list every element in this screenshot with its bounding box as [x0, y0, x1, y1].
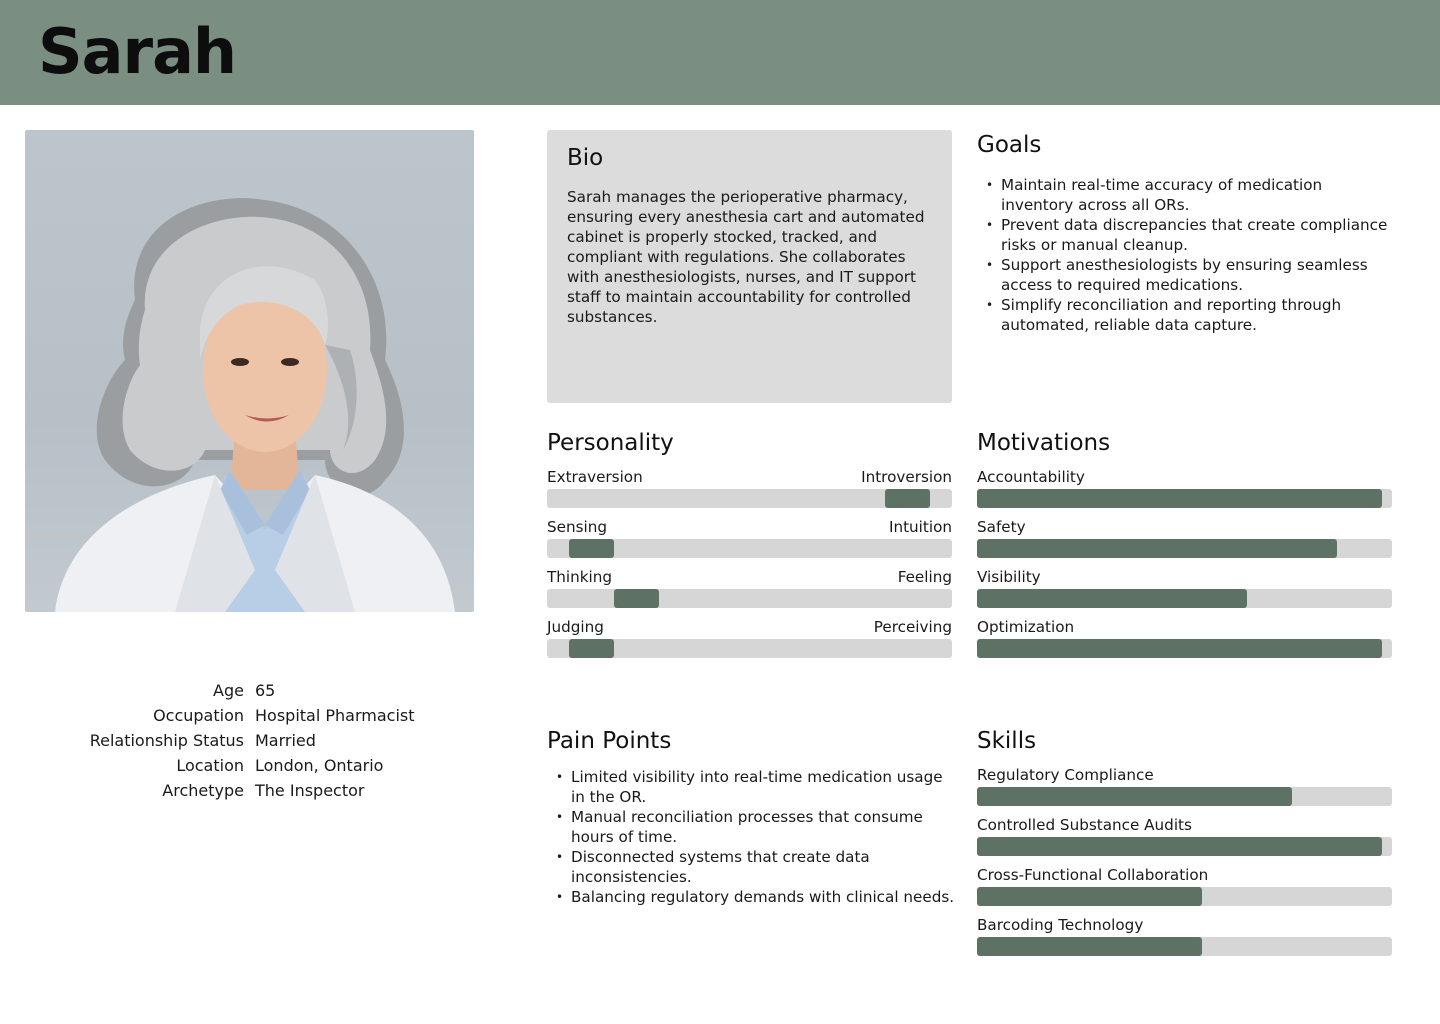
skill-bar-fill	[977, 837, 1383, 856]
trait-slider-track	[547, 639, 952, 658]
demographic-row-location: Location London, Ontario	[0, 753, 470, 778]
skills-section: Skills Regulatory Compliance Controlled …	[977, 727, 1392, 966]
personality-trait: Thinking Feeling	[547, 568, 952, 618]
goals-title: Goals	[977, 132, 1042, 158]
motivation-item: Accountability	[977, 468, 1392, 518]
skill-item: Cross-Functional Collaboration	[977, 866, 1392, 916]
trait-right-label: Introversion	[861, 468, 952, 486]
demographic-row-occupation: Occupation Hospital Pharmacist	[0, 703, 470, 728]
trait-left-label: Sensing	[547, 518, 608, 536]
pain-point-item: Manual reconciliation processes that con…	[547, 807, 957, 847]
goals-section: Goals Maintain real-time accuracy of med…	[977, 131, 1397, 335]
motivation-bar-fill	[977, 639, 1383, 658]
pain-points-section: Pain Points Limited visibility into real…	[547, 727, 957, 907]
demographic-value: Married	[255, 731, 316, 750]
demographic-row-relationship: Relationship Status Married	[0, 728, 470, 753]
skill-label: Regulatory Compliance	[977, 766, 1154, 784]
motivation-bar-fill	[977, 539, 1337, 558]
demographic-label: Occupation	[153, 706, 244, 725]
motivation-item: Safety	[977, 518, 1392, 568]
personality-trait: Judging Perceiving	[547, 618, 952, 668]
pain-point-item: Limited visibility into real-time medica…	[547, 767, 957, 807]
skill-bar-fill	[977, 887, 1202, 906]
skill-bar-track	[977, 887, 1392, 906]
demographic-value: London, Ontario	[255, 756, 384, 775]
bio-text: Sarah manages the perioperative pharmacy…	[567, 188, 925, 326]
trait-slider-marker	[569, 639, 615, 658]
demographic-value: 65	[255, 681, 276, 700]
bio-card: Bio Sarah manages the perioperative phar…	[547, 130, 952, 403]
motivation-bar-fill	[977, 489, 1383, 508]
motivation-label: Accountability	[977, 468, 1085, 486]
motivations-title: Motivations	[977, 430, 1111, 456]
demographic-label: Age	[213, 681, 244, 700]
skill-item: Barcoding Technology	[977, 916, 1392, 966]
trait-right-label: Intuition	[889, 518, 952, 536]
persona-name: Sarah	[38, 15, 237, 88]
goal-item: Support anesthesiologists by ensuring se…	[977, 255, 1397, 295]
pain-points-list: Limited visibility into real-time medica…	[547, 767, 957, 907]
skill-label: Barcoding Technology	[977, 916, 1144, 934]
motivation-bar-fill	[977, 589, 1248, 608]
motivation-item: Visibility	[977, 568, 1392, 618]
personality-title: Personality	[547, 430, 674, 456]
demographic-label: Location	[176, 756, 244, 775]
demographic-value: The Inspector	[255, 781, 365, 800]
skill-bar-track	[977, 937, 1392, 956]
goal-item: Maintain real-time accuracy of medicatio…	[977, 175, 1397, 215]
motivation-label: Visibility	[977, 568, 1041, 586]
demographic-row-archetype: Archetype The Inspector	[0, 778, 470, 803]
motivation-bar-track	[977, 589, 1392, 608]
skill-bar-track	[977, 787, 1392, 806]
trait-left-label: Thinking	[547, 568, 613, 586]
trait-right-label: Feeling	[897, 568, 952, 586]
bio-title: Bio	[567, 145, 604, 171]
demographic-label: Archetype	[162, 781, 244, 800]
skill-bar-fill	[977, 937, 1202, 956]
trait-slider-track	[547, 489, 952, 508]
motivation-bar-track	[977, 489, 1392, 508]
trait-slider-track	[547, 539, 952, 558]
skill-bar-fill	[977, 787, 1292, 806]
skill-bar-track	[977, 837, 1392, 856]
skill-label: Cross-Functional Collaboration	[977, 866, 1209, 884]
motivations-section: Motivations Accountability Safety Visibi…	[977, 429, 1392, 668]
trait-right-label: Perceiving	[873, 618, 952, 636]
trait-slider-marker	[884, 489, 930, 508]
pain-point-item: Balancing regulatory demands with clinic…	[547, 887, 957, 907]
header-banner: Sarah	[0, 0, 1440, 105]
motivation-bar-track	[977, 539, 1392, 558]
skill-item: Regulatory Compliance	[977, 766, 1392, 816]
pain-point-item: Disconnected systems that create data in…	[547, 847, 957, 887]
motivation-item: Optimization	[977, 618, 1392, 668]
demographic-label: Relationship Status	[89, 731, 244, 750]
goals-list: Maintain real-time accuracy of medicatio…	[977, 175, 1397, 335]
goal-item: Simplify reconciliation and reporting th…	[977, 295, 1397, 335]
skills-title: Skills	[977, 728, 1037, 754]
goal-item: Prevent data discrepancies that create c…	[977, 215, 1397, 255]
motivation-bar-track	[977, 639, 1392, 658]
motivation-label: Optimization	[977, 618, 1075, 636]
persona-photo	[25, 130, 474, 612]
demographics: Age 65 Occupation Hospital Pharmacist Re…	[0, 678, 470, 803]
trait-left-label: Extraversion	[547, 468, 643, 486]
motivation-label: Safety	[977, 518, 1026, 536]
personality-trait: Sensing Intuition	[547, 518, 952, 568]
personality-trait: Extraversion Introversion	[547, 468, 952, 518]
demographic-value: Hospital Pharmacist	[255, 706, 415, 725]
personality-section: Personality Extraversion Introversion Se…	[547, 429, 952, 668]
trait-slider-marker	[569, 539, 615, 558]
skill-label: Controlled Substance Audits	[977, 816, 1192, 834]
pain-points-title: Pain Points	[547, 728, 672, 754]
portrait-illustration	[55, 198, 455, 612]
trait-left-label: Judging	[547, 618, 604, 636]
demographic-row-age: Age 65	[0, 678, 470, 703]
trait-slider-track	[547, 589, 952, 608]
trait-slider-marker	[613, 589, 659, 608]
skill-item: Controlled Substance Audits	[977, 816, 1392, 866]
